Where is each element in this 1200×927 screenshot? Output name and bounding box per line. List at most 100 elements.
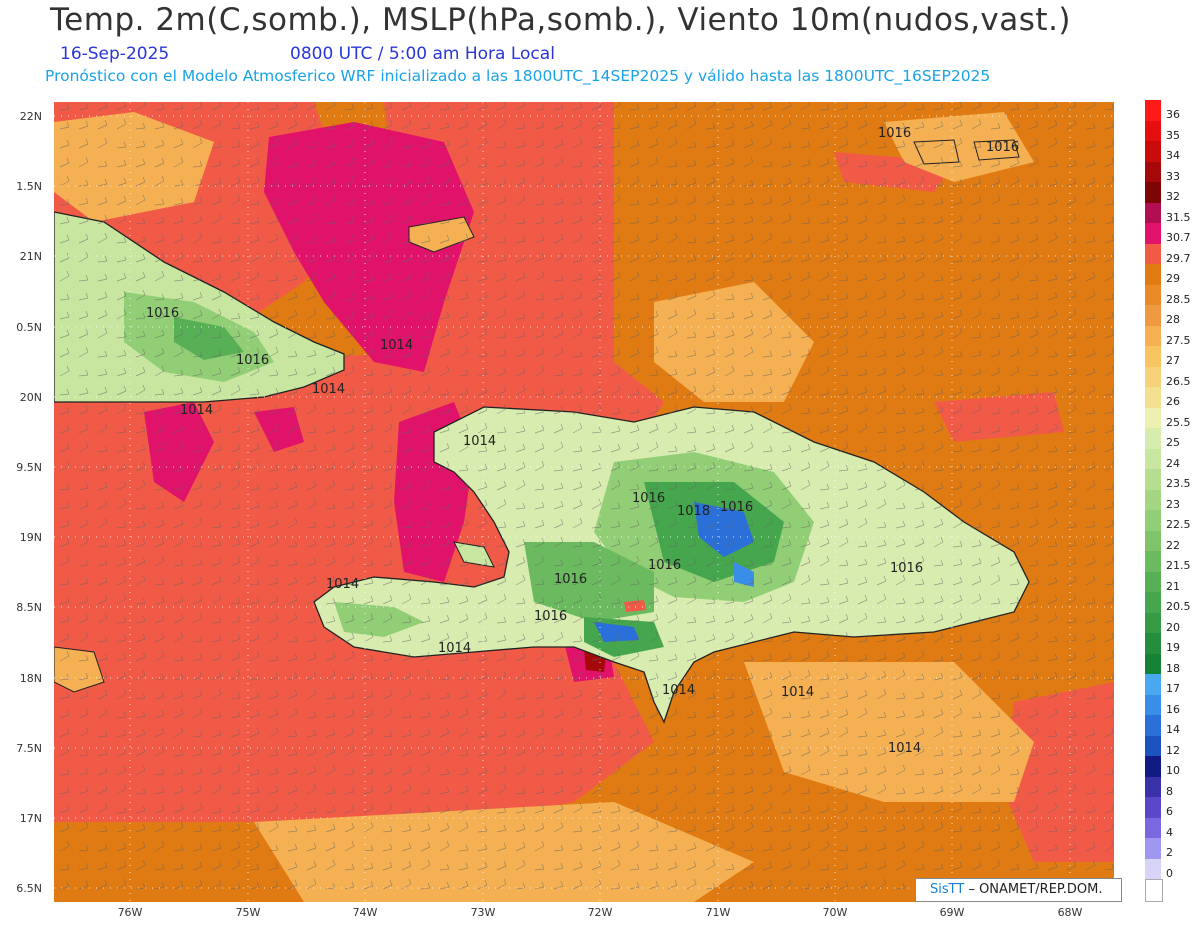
colorbar-step: 22.5 <box>1145 510 1193 531</box>
map-title: Temp. 2m(C,somb.), MSLP(hPa,somb.), Vien… <box>50 2 1072 38</box>
colorbar-label: 22 <box>1166 538 1180 552</box>
colorbar-swatch <box>1145 674 1161 695</box>
colorbar-step: 8 <box>1145 776 1193 798</box>
colorbar-label: 30.7 <box>1166 231 1191 244</box>
colorbar-label: 17 <box>1166 682 1180 695</box>
isobar-label: 1014 <box>326 577 359 592</box>
colorbar-swatch <box>1145 633 1161 654</box>
colorbar-swatch <box>1145 448 1161 469</box>
isobar-label: 1016 <box>534 609 567 624</box>
colorbar-step: 28.5 <box>1145 284 1193 306</box>
colorbar-swatch <box>1145 407 1161 428</box>
colorbar-label: 8 <box>1166 784 1173 798</box>
colorbar-step: 29 <box>1145 264 1193 285</box>
isobar-label: 1016 <box>890 561 923 576</box>
lat-label: 1.5N <box>16 180 42 193</box>
credit-box: SisTT – ONAMET/REP.DOM. <box>915 878 1122 902</box>
isobar-label: 1014 <box>180 403 213 418</box>
isobar-label: 1014 <box>438 641 471 656</box>
colorbar-step: 21.5 <box>1145 551 1193 572</box>
colorbar-swatch <box>1145 797 1161 818</box>
colorbar-step: 36 <box>1145 100 1193 121</box>
colorbar-step: 12 <box>1145 735 1193 757</box>
colorbar-label: 33 <box>1166 169 1180 183</box>
colorbar-label: 29.7 <box>1166 251 1191 265</box>
colorbar-swatch <box>1145 858 1161 879</box>
colorbar-label: 21 <box>1166 579 1180 593</box>
colorbar-swatch <box>1145 264 1161 285</box>
colorbar-step: 27 <box>1145 346 1193 367</box>
colorbar-step: 22 <box>1145 530 1193 552</box>
colorbar-swatch <box>1145 571 1161 592</box>
colorbar-swatch <box>1145 346 1161 367</box>
colorbar-swatch <box>1145 325 1161 346</box>
colorbar-swatch <box>1145 715 1161 736</box>
colorbar-swatch <box>1145 530 1161 551</box>
lat-label: 18N <box>19 672 42 685</box>
colorbar-swatch <box>1145 202 1161 223</box>
colorbar-label: 29 <box>1166 272 1180 285</box>
colorbar-label: 6 <box>1166 805 1173 818</box>
colorbar-step: 30.7 <box>1145 223 1193 244</box>
colorbar-label: 26.5 <box>1166 374 1191 388</box>
isobar-label: 1018 <box>677 504 710 519</box>
colorbar-step: 23.5 <box>1145 469 1193 490</box>
colorbar-step: 26 <box>1145 387 1193 408</box>
forecast-date: 16-Sep-2025 <box>60 44 170 64</box>
colorbar-step: 24 <box>1145 448 1193 470</box>
colorbar-step: 21 <box>1145 571 1193 593</box>
lon-label: 72W <box>587 906 613 919</box>
colorbar-label: 2 <box>1166 846 1173 859</box>
colorbar-step: 6 <box>1145 797 1193 818</box>
lon-label: 75W <box>235 906 261 919</box>
colorbar-label: 24 <box>1166 456 1180 470</box>
colorbar-step: 28 <box>1145 305 1193 326</box>
lon-label: 68W <box>1057 906 1083 919</box>
map-canvas: 1016 1016 1016 1016 1014 1014 1014 1014 … <box>54 102 1114 902</box>
colorbar-label: 18 <box>1166 661 1180 675</box>
colorbar-swatch <box>1145 653 1161 674</box>
colorbar-label: 12 <box>1166 743 1180 757</box>
lat-label: 0.5N <box>16 321 42 334</box>
colorbar-swatch <box>1145 387 1161 408</box>
colorbar-step: 23 <box>1145 489 1193 511</box>
lat-label: 19N <box>19 531 42 544</box>
colorbar-step: 25 <box>1145 428 1193 449</box>
colorbar-label: 14 <box>1166 723 1180 736</box>
colorbar-label: 10 <box>1166 764 1180 777</box>
colorbar-swatch <box>1145 284 1161 305</box>
colorbar-step: 20 <box>1145 612 1193 634</box>
isobar-label: 1016 <box>236 353 269 368</box>
lon-label: 74W <box>352 906 378 919</box>
colorbar-step: 32 <box>1145 182 1193 203</box>
lon-label: 71W <box>705 906 731 919</box>
colorbar-step: 26.5 <box>1145 366 1193 388</box>
isobar-label: 1014 <box>312 382 345 397</box>
colorbar-swatch <box>1145 735 1161 756</box>
lat-label: 20N <box>19 391 42 404</box>
lat-label: 9.5N <box>16 461 42 474</box>
colorbar-step: 18 <box>1145 653 1193 675</box>
lat-label: 6.5N <box>16 882 42 895</box>
colorbar-swatch <box>1145 243 1161 264</box>
colorbar-label: 27 <box>1166 354 1180 367</box>
colorbar-swatch <box>1145 161 1161 182</box>
colorbar-swatch <box>1145 141 1161 162</box>
colorbar-label: 16 <box>1166 702 1180 716</box>
colorbar-swatch <box>1145 182 1161 203</box>
colorbar-swatch <box>1145 551 1161 572</box>
colorbar-step: 34 <box>1145 141 1193 162</box>
colorbar-swatch <box>1145 100 1161 121</box>
colorbar-swatch <box>1145 489 1161 510</box>
colorbar-label: 22.5 <box>1166 518 1191 531</box>
colorbar-label: 4 <box>1166 825 1173 839</box>
colorbar-step: 25.5 <box>1145 407 1193 429</box>
colorbar-label: 26 <box>1166 395 1180 408</box>
isobar-label: 1014 <box>380 338 413 353</box>
colorbar-swatch <box>1145 694 1161 715</box>
colorbar-swatch <box>1145 510 1161 531</box>
colorbar-swatch <box>1145 223 1161 244</box>
colorbar-label: 27.5 <box>1166 333 1191 347</box>
colorbar-label: 25.5 <box>1166 415 1191 429</box>
colorbar-step: 19 <box>1145 633 1193 654</box>
